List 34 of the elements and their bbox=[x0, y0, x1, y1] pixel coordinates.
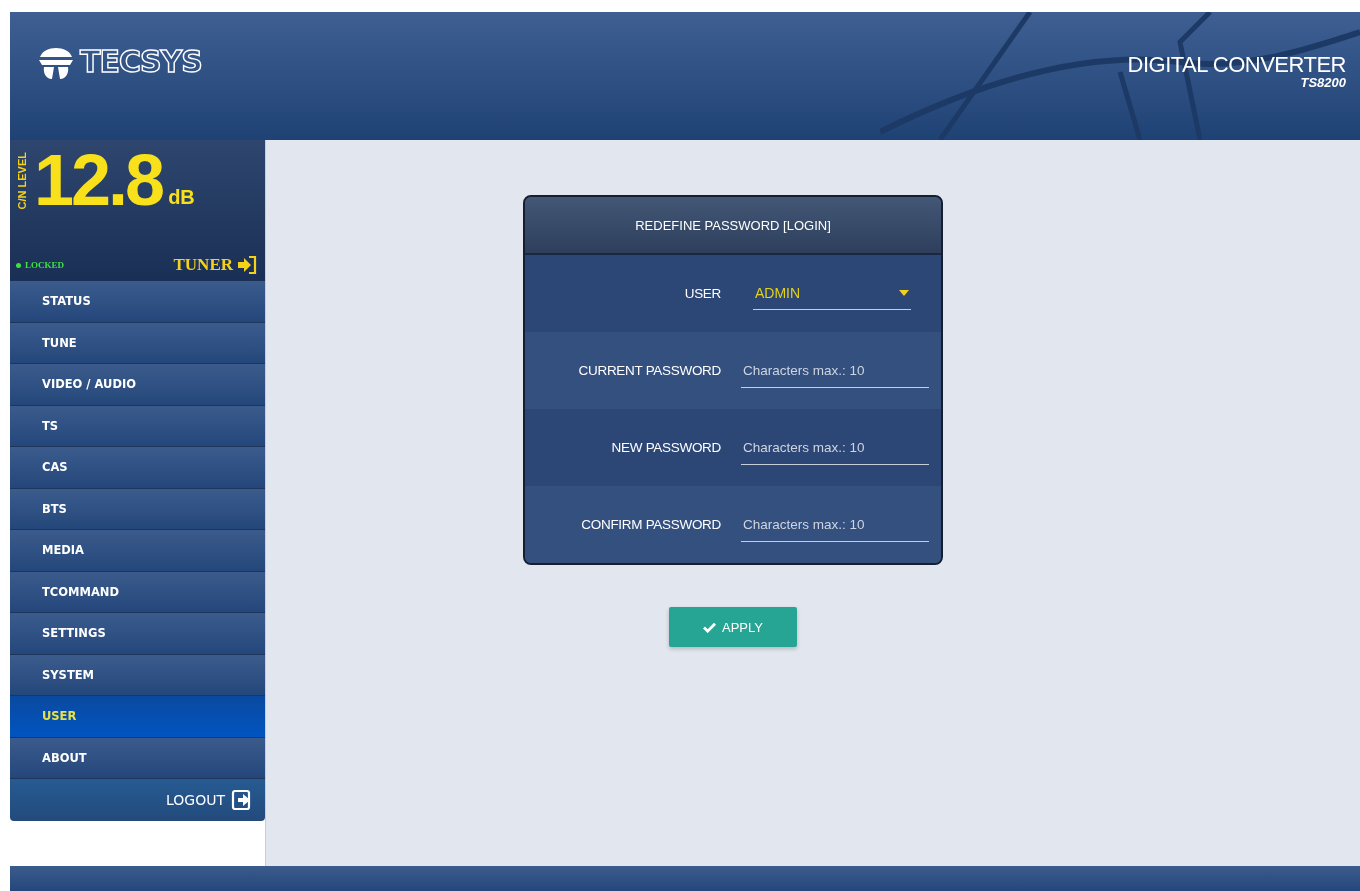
card-title: REDEFINE PASSWORD [LOGIN] bbox=[635, 217, 831, 233]
field-label: CURRENT PASSWORD bbox=[577, 363, 721, 378]
nav-item[interactable]: USER bbox=[10, 696, 265, 738]
password-field[interactable]: Characters max.: 10 bbox=[741, 507, 929, 542]
user-select[interactable]: ADMIN bbox=[753, 277, 911, 310]
field-label: CONFIRM PASSWORD bbox=[580, 517, 721, 532]
nav-item[interactable]: MEDIA bbox=[10, 530, 265, 572]
caret-icon bbox=[899, 290, 909, 296]
nav-item[interactable]: ABOUT bbox=[10, 737, 265, 779]
nav-item[interactable]: CAS bbox=[10, 447, 265, 489]
field-label: NEW PASSWORD bbox=[610, 440, 721, 455]
exit-icon bbox=[231, 789, 253, 811]
nav-item[interactable]: TS bbox=[10, 405, 265, 447]
level-value: 12.8 bbox=[34, 150, 163, 212]
field-label: USER bbox=[683, 286, 721, 301]
nav-item[interactable]: TUNE bbox=[10, 322, 265, 364]
tuner-link[interactable]: TUNER bbox=[173, 255, 257, 275]
nav-item[interactable]: SETTINGS bbox=[10, 613, 265, 655]
nav-item[interactable]: STATUS bbox=[10, 281, 265, 323]
password-field[interactable]: Characters max.: 10 bbox=[741, 430, 929, 465]
level-label: C/N LEVEL bbox=[16, 152, 28, 210]
check-icon bbox=[703, 621, 716, 633]
product-model: TS8200 bbox=[1300, 75, 1346, 90]
nav-item[interactable]: TCOMMAND bbox=[10, 571, 265, 613]
logout-link[interactable]: LOGOUT bbox=[166, 789, 253, 811]
logo-text: TECSYS bbox=[80, 43, 202, 79]
product-title: DIGITAL CONVERTER bbox=[1127, 52, 1346, 78]
lock-status: LOCKED bbox=[16, 260, 64, 270]
nav-item[interactable]: BTS bbox=[10, 488, 265, 530]
nav-item[interactable]: SYSTEM bbox=[10, 654, 265, 696]
password-field[interactable]: Characters max.: 10 bbox=[741, 353, 929, 388]
enter-icon bbox=[237, 255, 257, 275]
nav-item[interactable]: VIDEO / AUDIO bbox=[10, 364, 265, 406]
level-unit: dB bbox=[168, 186, 195, 210]
